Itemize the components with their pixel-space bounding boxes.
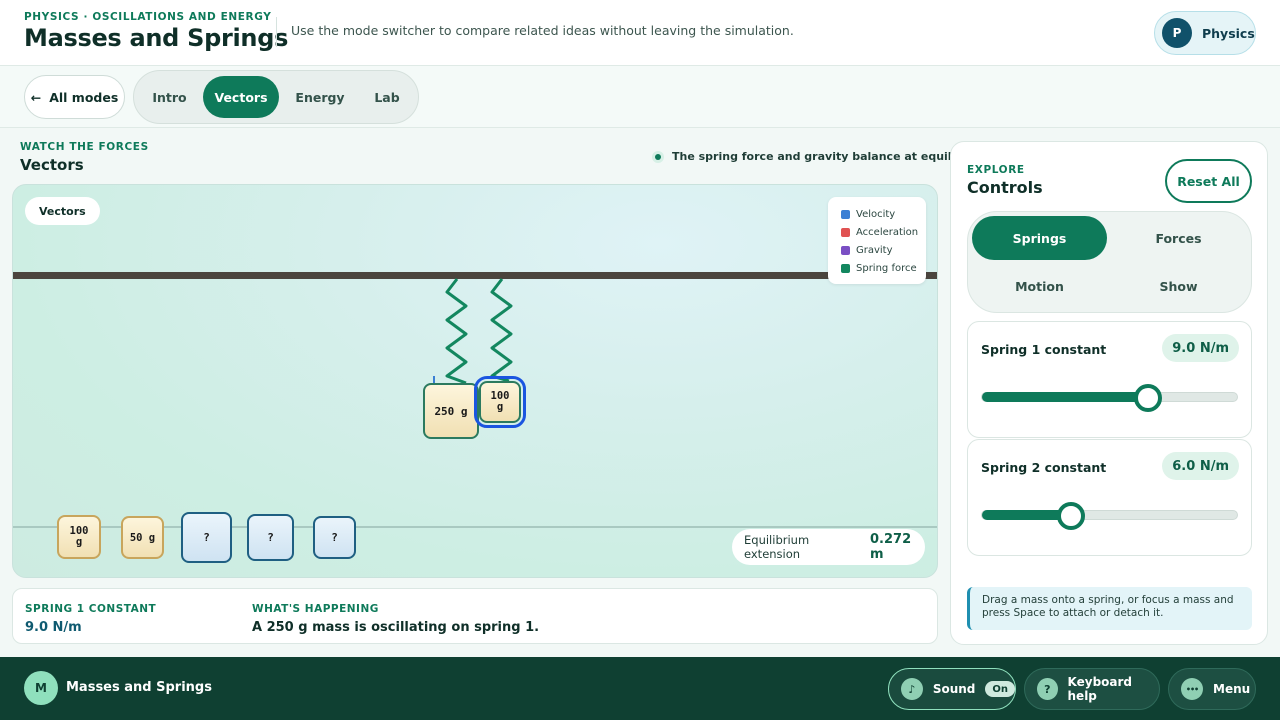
help-icon: ? xyxy=(1037,678,1058,700)
header-description: Use the mode switcher to compare related… xyxy=(291,23,794,38)
controls-eyebrow: EXPLORE xyxy=(967,164,1025,176)
app-footer: M Masses and Springs ♪ Sound On ? Keyboa… xyxy=(0,657,1280,720)
music-note-icon: ♪ xyxy=(901,678,923,700)
spring-constant-value: 9.0 N/m xyxy=(25,620,82,635)
spring1-constant-card: Spring 1 constant 9.0 N/m xyxy=(967,321,1252,438)
keyboard-help-label: Keyboard help xyxy=(1067,675,1133,703)
equilibrium-readout: Equilibrium extension 0.272 m xyxy=(732,529,925,565)
spring2-constant-value: 6.0 N/m xyxy=(1162,452,1239,480)
controls-panel: EXPLORE Controls Reset All Springs Force… xyxy=(950,141,1268,645)
sound-toggle-button[interactable]: ♪ Sound On xyxy=(888,668,1016,710)
header-eyebrow: PHYSICS · OSCILLATIONS AND ENERGY xyxy=(24,11,272,23)
legend-item-acceleration: Acceleration xyxy=(841,223,926,241)
spring2-constant-card: Spring 2 constant 6.0 N/m xyxy=(967,439,1252,556)
mystery-mass-3[interactable]: ? xyxy=(313,516,356,559)
spring-constant-label: SPRING 1 CONSTANT xyxy=(25,603,157,615)
back-arrow-icon: ← xyxy=(30,89,42,105)
legend-swatch xyxy=(841,209,850,219)
spring2-constant-label: Spring 2 constant xyxy=(981,460,1107,475)
whats-happening-text: A 250 g mass is oscillating on spring 1. xyxy=(252,620,540,635)
tab-vectors[interactable]: Vectors xyxy=(203,76,279,118)
tab-intro[interactable]: Intro xyxy=(141,76,198,118)
reset-all-button[interactable]: Reset All xyxy=(1165,159,1252,203)
hanging-mass-250g[interactable]: 250 g xyxy=(423,383,479,439)
mode-tabs: Intro Vectors Energy Lab xyxy=(133,70,419,124)
legend-label: Spring force xyxy=(856,262,917,274)
app-title: Masses and Springs xyxy=(24,24,289,52)
spring-2 xyxy=(490,278,513,383)
info-strip: SPRING 1 CONSTANT 9.0 N/m WHAT'S HAPPENI… xyxy=(12,588,938,644)
simulation-canvas[interactable]: Vectors Velocity Acceleration Gravity Sp… xyxy=(12,184,938,578)
legend-swatch xyxy=(841,245,850,255)
header-divider xyxy=(276,17,277,47)
mystery-mass-2[interactable]: ? xyxy=(247,514,294,561)
status-text: The spring force and gravity balance at … xyxy=(672,150,996,163)
shelf-mass-100g[interactable]: 100 g xyxy=(57,515,101,559)
legend-item-spring-force: Spring force xyxy=(841,259,926,277)
slider-thumb[interactable] xyxy=(1133,384,1162,412)
legend-label: Gravity xyxy=(856,244,893,256)
shelf-mass-50g[interactable]: 50 g xyxy=(121,516,164,559)
sound-state-badge: On xyxy=(985,681,1015,697)
control-tabs: Springs Forces Motion Show xyxy=(967,211,1252,313)
footer-title: Masses and Springs xyxy=(66,680,212,695)
legend-swatch xyxy=(841,227,850,237)
profile-label: Physics xyxy=(1202,25,1255,41)
status-message: The spring force and gravity balance at … xyxy=(652,150,996,163)
sound-label: Sound xyxy=(932,682,976,696)
spring2-constant-slider[interactable] xyxy=(981,502,1238,530)
legend-item-gravity: Gravity xyxy=(841,241,926,259)
tab-forces[interactable]: Forces xyxy=(1111,216,1246,260)
status-dot-icon xyxy=(652,150,664,163)
avatar: P xyxy=(1162,18,1192,48)
tab-show[interactable]: Show xyxy=(1111,264,1246,308)
equilibrium-value: 0.272 m xyxy=(870,532,912,562)
spring-1 xyxy=(445,278,468,385)
slider-thumb[interactable] xyxy=(1057,502,1086,530)
profile-button[interactable]: P Physics xyxy=(1154,11,1256,55)
spring1-constant-value: 9.0 N/m xyxy=(1162,334,1239,362)
app-header: PHYSICS · OSCILLATIONS AND ENERGY Masses… xyxy=(0,0,1280,66)
interaction-hint: Drag a mass onto a spring, or focus a ma… xyxy=(967,587,1252,630)
spring1-constant-slider[interactable] xyxy=(981,384,1238,412)
vector-legend: Velocity Acceleration Gravity Spring for… xyxy=(828,197,926,284)
menu-label: Menu xyxy=(1213,682,1251,696)
tab-energy[interactable]: Energy xyxy=(284,76,356,118)
sim-eyebrow: WATCH THE FORCES xyxy=(20,141,149,153)
sim-title: Vectors xyxy=(20,156,84,174)
all-modes-label: All modes xyxy=(49,89,119,105)
hanging-mass-100g[interactable]: 100 g xyxy=(474,376,526,428)
legend-item-velocity: Velocity xyxy=(841,205,926,223)
equilibrium-label: Equilibrium extension xyxy=(744,533,810,561)
legend-label: Acceleration xyxy=(856,226,919,238)
menu-button[interactable]: ••• Menu xyxy=(1168,668,1256,710)
tab-springs[interactable]: Springs xyxy=(972,216,1107,260)
slider-fill xyxy=(982,392,1148,402)
all-modes-button[interactable]: ← All modes xyxy=(24,75,125,119)
tab-lab[interactable]: Lab xyxy=(360,76,414,118)
controls-title: Controls xyxy=(967,178,1043,197)
keyboard-help-button[interactable]: ? Keyboard help xyxy=(1024,668,1160,710)
more-dots-icon: ••• xyxy=(1181,678,1203,700)
app-logo: M xyxy=(24,671,58,705)
mode-bar: ← All modes Intro Vectors Energy Lab xyxy=(0,66,1280,128)
whats-happening-label: WHAT'S HAPPENING xyxy=(252,603,379,615)
legend-label: Velocity xyxy=(856,208,896,220)
legend-swatch xyxy=(841,263,850,273)
spring1-constant-label: Spring 1 constant xyxy=(981,342,1107,357)
mystery-mass-1[interactable]: ? xyxy=(181,512,232,563)
tab-motion[interactable]: Motion xyxy=(972,264,1107,308)
